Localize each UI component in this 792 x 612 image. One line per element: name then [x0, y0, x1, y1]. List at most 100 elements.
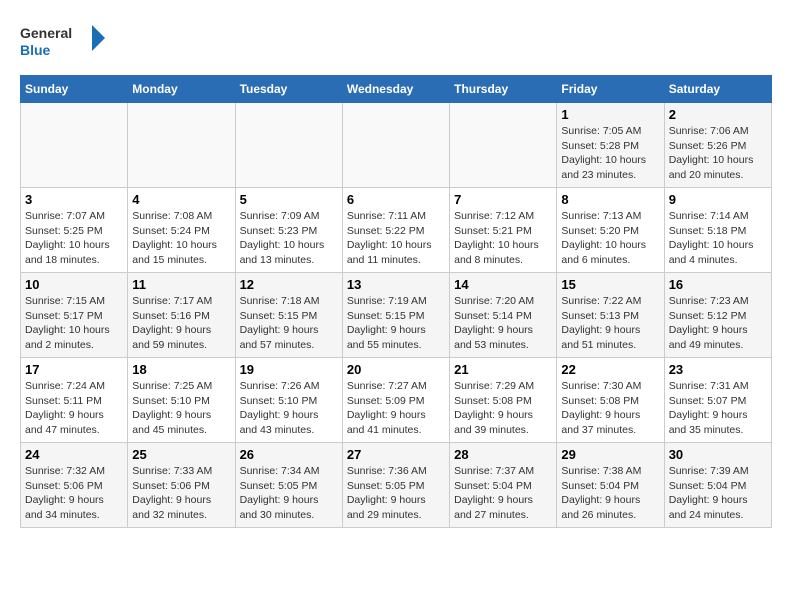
calendar-cell: 23 Sunrise: 7:31 AM Sunset: 5:07 PM Dayli…	[664, 358, 771, 443]
calendar-cell: 29Sunrise: 7:38 AM Sunset: 5:04 PM Dayli…	[557, 443, 664, 528]
calendar-cell: 26 Sunrise: 7:34 AM Sunset: 5:05 PM Dayli…	[235, 443, 342, 528]
day-info: Sunrise: 7:12 AM Sunset: 5:21 PM Dayligh…	[454, 209, 552, 268]
calendar-cell: 8 Sunrise: 7:13 AM Sunset: 5:20 PM Daylig…	[557, 188, 664, 273]
calendar-cell: 9 Sunrise: 7:14 AM Sunset: 5:18 PM Daylig…	[664, 188, 771, 273]
day-info: Sunrise: 7:19 AM Sunset: 5:15 PM Dayligh…	[347, 294, 445, 353]
day-number: 15	[561, 277, 659, 292]
day-number: 6	[347, 192, 445, 207]
calendar-cell: 18 Sunrise: 7:25 AM Sunset: 5:10 PM Dayli…	[128, 358, 235, 443]
day-info: Sunrise: 7:23 AM Sunset: 5:12 PM Dayligh…	[669, 294, 767, 353]
calendar-cell	[21, 103, 128, 188]
calendar-cell: 12Sunrise: 7:18 AM Sunset: 5:15 PM Dayli…	[235, 273, 342, 358]
calendar-cell: 10 Sunrise: 7:15 AM Sunset: 5:17 PM Dayli…	[21, 273, 128, 358]
calendar-table: SundayMondayTuesdayWednesdayThursdayFrid…	[20, 75, 772, 528]
day-number: 10	[25, 277, 123, 292]
day-number: 4	[132, 192, 230, 207]
day-info: Sunrise: 7:36 AM Sunset: 5:05 PM Dayligh…	[347, 464, 445, 523]
week-row: 10 Sunrise: 7:15 AM Sunset: 5:17 PM Dayli…	[21, 273, 772, 358]
calendar-cell: 27 Sunrise: 7:36 AM Sunset: 5:05 PM Dayli…	[342, 443, 449, 528]
day-number: 18	[132, 362, 230, 377]
day-number: 29	[561, 447, 659, 462]
day-number: 13	[347, 277, 445, 292]
calendar-cell: 28 Sunrise: 7:37 AM Sunset: 5:04 PM Dayli…	[450, 443, 557, 528]
calendar-cell	[450, 103, 557, 188]
column-header-friday: Friday	[557, 76, 664, 103]
week-row: 17 Sunrise: 7:24 AM Sunset: 5:11 PM Dayli…	[21, 358, 772, 443]
week-row: 24 Sunrise: 7:32 AM Sunset: 5:06 PM Dayli…	[21, 443, 772, 528]
day-number: 8	[561, 192, 659, 207]
day-number: 3	[25, 192, 123, 207]
column-header-tuesday: Tuesday	[235, 76, 342, 103]
day-number: 21	[454, 362, 552, 377]
calendar-cell: 6 Sunrise: 7:11 AM Sunset: 5:22 PM Daylig…	[342, 188, 449, 273]
calendar-cell: 25 Sunrise: 7:33 AM Sunset: 5:06 PM Dayli…	[128, 443, 235, 528]
column-header-sunday: Sunday	[21, 76, 128, 103]
day-info: Sunrise: 7:22 AM Sunset: 5:13 PM Dayligh…	[561, 294, 659, 353]
day-info: Sunrise: 7:15 AM Sunset: 5:17 PM Dayligh…	[25, 294, 123, 353]
calendar-cell: 14Sunrise: 7:20 AM Sunset: 5:14 PM Dayli…	[450, 273, 557, 358]
day-info: Sunrise: 7:39 AM Sunset: 5:04 PM Dayligh…	[669, 464, 767, 523]
calendar-cell: 11 Sunrise: 7:17 AM Sunset: 5:16 PM Dayli…	[128, 273, 235, 358]
logo: General Blue	[20, 20, 110, 65]
day-info: Sunrise: 7:11 AM Sunset: 5:22 PM Dayligh…	[347, 209, 445, 268]
day-info: Sunrise: 7:26 AM Sunset: 5:10 PM Dayligh…	[240, 379, 338, 438]
day-number: 24	[25, 447, 123, 462]
day-number: 16	[669, 277, 767, 292]
column-header-monday: Monday	[128, 76, 235, 103]
day-info: Sunrise: 7:31 AM Sunset: 5:07 PM Dayligh…	[669, 379, 767, 438]
calendar-cell: 7 Sunrise: 7:12 AM Sunset: 5:21 PM Daylig…	[450, 188, 557, 273]
day-number: 25	[132, 447, 230, 462]
day-info: Sunrise: 7:20 AM Sunset: 5:14 PM Dayligh…	[454, 294, 552, 353]
day-number: 5	[240, 192, 338, 207]
day-info: Sunrise: 7:13 AM Sunset: 5:20 PM Dayligh…	[561, 209, 659, 268]
day-info: Sunrise: 7:06 AM Sunset: 5:26 PM Dayligh…	[669, 124, 767, 183]
day-info: Sunrise: 7:37 AM Sunset: 5:04 PM Dayligh…	[454, 464, 552, 523]
day-info: Sunrise: 7:24 AM Sunset: 5:11 PM Dayligh…	[25, 379, 123, 438]
week-row: 1 Sunrise: 7:05 AM Sunset: 5:28 PM Daylig…	[21, 103, 772, 188]
calendar-cell: 24 Sunrise: 7:32 AM Sunset: 5:06 PM Dayli…	[21, 443, 128, 528]
column-header-thursday: Thursday	[450, 76, 557, 103]
header-row: SundayMondayTuesdayWednesdayThursdayFrid…	[21, 76, 772, 103]
calendar-cell: 20Sunrise: 7:27 AM Sunset: 5:09 PM Dayli…	[342, 358, 449, 443]
calendar-cell: 1 Sunrise: 7:05 AM Sunset: 5:28 PM Daylig…	[557, 103, 664, 188]
week-row: 3Sunrise: 7:07 AM Sunset: 5:25 PM Daylig…	[21, 188, 772, 273]
day-number: 28	[454, 447, 552, 462]
header: General Blue	[20, 20, 772, 65]
day-number: 23	[669, 362, 767, 377]
calendar-cell	[235, 103, 342, 188]
calendar-cell: 17 Sunrise: 7:24 AM Sunset: 5:11 PM Dayli…	[21, 358, 128, 443]
day-info: Sunrise: 7:25 AM Sunset: 5:10 PM Dayligh…	[132, 379, 230, 438]
day-info: Sunrise: 7:32 AM Sunset: 5:06 PM Dayligh…	[25, 464, 123, 523]
calendar-cell: 16 Sunrise: 7:23 AM Sunset: 5:12 PM Dayli…	[664, 273, 771, 358]
day-number: 22	[561, 362, 659, 377]
day-info: Sunrise: 7:09 AM Sunset: 5:23 PM Dayligh…	[240, 209, 338, 268]
day-info: Sunrise: 7:33 AM Sunset: 5:06 PM Dayligh…	[132, 464, 230, 523]
day-number: 26	[240, 447, 338, 462]
generalblue-logo: General Blue	[20, 20, 110, 65]
calendar-cell: 4 Sunrise: 7:08 AM Sunset: 5:24 PM Daylig…	[128, 188, 235, 273]
calendar-cell: 21Sunrise: 7:29 AM Sunset: 5:08 PM Dayli…	[450, 358, 557, 443]
day-number: 27	[347, 447, 445, 462]
calendar-cell: 13 Sunrise: 7:19 AM Sunset: 5:15 PM Dayli…	[342, 273, 449, 358]
day-number: 1	[561, 107, 659, 122]
day-info: Sunrise: 7:05 AM Sunset: 5:28 PM Dayligh…	[561, 124, 659, 183]
calendar-cell: 2Sunrise: 7:06 AM Sunset: 5:26 PM Daylig…	[664, 103, 771, 188]
day-info: Sunrise: 7:14 AM Sunset: 5:18 PM Dayligh…	[669, 209, 767, 268]
day-info: Sunrise: 7:08 AM Sunset: 5:24 PM Dayligh…	[132, 209, 230, 268]
day-number: 20	[347, 362, 445, 377]
day-number: 17	[25, 362, 123, 377]
calendar-cell: 19Sunrise: 7:26 AM Sunset: 5:10 PM Dayli…	[235, 358, 342, 443]
calendar-cell: 22Sunrise: 7:30 AM Sunset: 5:08 PM Dayli…	[557, 358, 664, 443]
day-number: 30	[669, 447, 767, 462]
day-info: Sunrise: 7:18 AM Sunset: 5:15 PM Dayligh…	[240, 294, 338, 353]
calendar-cell	[128, 103, 235, 188]
column-header-wednesday: Wednesday	[342, 76, 449, 103]
day-info: Sunrise: 7:17 AM Sunset: 5:16 PM Dayligh…	[132, 294, 230, 353]
day-number: 7	[454, 192, 552, 207]
day-number: 9	[669, 192, 767, 207]
calendar-cell: 30 Sunrise: 7:39 AM Sunset: 5:04 PM Dayli…	[664, 443, 771, 528]
svg-text:Blue: Blue	[20, 42, 51, 58]
day-number: 11	[132, 277, 230, 292]
day-info: Sunrise: 7:34 AM Sunset: 5:05 PM Dayligh…	[240, 464, 338, 523]
svg-text:General: General	[20, 25, 72, 41]
